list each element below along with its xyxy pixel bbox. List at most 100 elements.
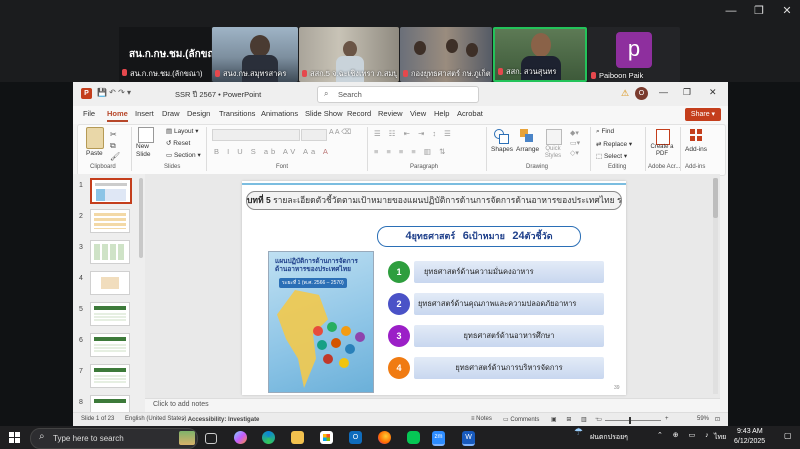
notes-pane[interactable]: Click to add notes (145, 398, 720, 413)
shapes-button[interactable]: Shapes (491, 146, 513, 153)
avatar[interactable]: O (635, 87, 648, 100)
layout-button[interactable]: ▤ Layout ▾ (166, 127, 199, 135)
thumbnail-scrollbar[interactable] (139, 178, 143, 258)
paste-button[interactable]: Paste (86, 150, 103, 157)
new-slide-icon[interactable] (138, 127, 154, 143)
tab-home[interactable]: Home (107, 109, 128, 122)
quick-access-icons[interactable]: 💾 ↶ ↷ ▾ (97, 88, 131, 97)
addins-button[interactable]: Add-ins (685, 146, 707, 153)
shape-fill-icons[interactable]: ◆▾ ▭▾ ◇▾ (570, 129, 580, 159)
notification-icon[interactable]: ▢ (784, 431, 792, 440)
clipboard-small-icons[interactable]: ✂ ⧉ 🖌 (110, 129, 120, 162)
copilot-icon[interactable] (234, 431, 247, 444)
accessibility-status[interactable]: ✓ Accessibility: Investigate (181, 416, 259, 423)
tab-help[interactable]: Help (434, 109, 449, 118)
slide[interactable]: บทที่ 5 รายละเอียดตัวชี้วัดตามเป้าหมายขอ… (242, 181, 626, 395)
weather-text[interactable]: ฝนตกปรอยๆ (590, 432, 628, 443)
tab-design[interactable]: Design (187, 109, 210, 118)
tab-view[interactable]: View (410, 109, 426, 118)
tab-file[interactable]: File (83, 109, 95, 118)
tab-transitions[interactable]: Transitions (219, 109, 255, 118)
store-icon[interactable] (320, 431, 333, 444)
font-format-icons[interactable]: B I U S ab AV Aa A (214, 147, 331, 156)
zoom-slider[interactable] (605, 417, 661, 424)
document-title: SSR ปี 2567 • PowerPoint (175, 90, 262, 99)
slide-thumbnail[interactable] (90, 364, 130, 388)
quick-styles-button[interactable]: Quick Styles (541, 146, 565, 160)
line-icon[interactable] (407, 431, 420, 444)
create-pdf-button[interactable]: Create a PDF (650, 144, 674, 158)
language-status[interactable]: English (United States) (125, 416, 186, 422)
tab-slide-show[interactable]: Slide Show (305, 109, 343, 118)
slide-thumbnail[interactable] (90, 333, 130, 357)
arrange-icon[interactable] (520, 129, 534, 143)
addins-icon[interactable] (690, 129, 702, 141)
zoom-out-icon[interactable]: − (595, 416, 599, 422)
close-icon[interactable]: ✕ (780, 6, 794, 17)
windows-start-icon[interactable] (9, 432, 20, 443)
tray-icons[interactable]: ⌃ ⊕ ▭ ♪ (657, 431, 713, 439)
pdf-icon[interactable] (656, 129, 670, 145)
participant-tile[interactable]: กองยุทธศาสตร์ กษ.ภูเก็ต (400, 27, 492, 82)
tab-insert[interactable]: Insert (135, 109, 154, 118)
search-box[interactable]: ⌕ Search (317, 86, 479, 103)
paragraph-align-icons[interactable]: ≡ ≡ ≡ ≡ ▥ ⇅ (374, 147, 448, 156)
section-button[interactable]: ▭ Section ▾ (166, 151, 201, 159)
task-view-icon[interactable] (205, 433, 217, 444)
zoom-app-icon[interactable]: zm (432, 431, 445, 446)
find-button[interactable]: ⌕ Find (596, 128, 614, 136)
active-speaker-tile[interactable]: สสก. สวนสุนทร (493, 27, 587, 82)
tab-acrobat[interactable]: Acrobat (457, 109, 483, 118)
select-button[interactable]: ⬚ Select ▾ (596, 152, 627, 160)
participant-tile[interactable]: p Paiboon Paik (588, 27, 680, 82)
tab-animations[interactable]: Animations (261, 109, 298, 118)
language-indicator[interactable]: ไทย (714, 432, 726, 443)
word-icon[interactable]: W (462, 431, 475, 446)
clock-date[interactable]: 6/12/2025 (734, 438, 765, 445)
edge-icon[interactable] (262, 431, 275, 444)
shapes-icon[interactable] (494, 129, 509, 144)
slide-thumbnail[interactable] (90, 178, 132, 204)
file-explorer-icon[interactable] (291, 431, 304, 444)
warning-icon[interactable]: ⚠ (621, 88, 629, 99)
slide-thumbnail[interactable] (90, 302, 130, 326)
participant-tile[interactable]: สนง.กษ.สมุทรสาคร (212, 27, 298, 82)
clock-time[interactable]: 9:43 AM (737, 428, 763, 435)
slide-thumbnail[interactable] (90, 271, 130, 295)
comments-button[interactable]: ▭ Comments (503, 416, 539, 423)
participant-tile[interactable]: สสก.5 จ.ฉะเชิงเทรา ภ.สมบูรณ์ (299, 27, 399, 82)
paste-icon[interactable] (86, 127, 104, 149)
zoom-level[interactable]: 59% (697, 416, 709, 422)
canvas-scrollbar[interactable] (713, 178, 718, 394)
fit-slide-icon[interactable]: ⊡ (715, 416, 720, 423)
share-button[interactable]: Share ▾ (685, 108, 721, 121)
zoom-in-icon[interactable]: + (665, 416, 669, 422)
tab-review[interactable]: Review (378, 109, 403, 118)
outlook-icon[interactable]: O (349, 431, 362, 444)
featured-tile[interactable]: สน.ก.กษ.ชม.(ลักขณ... สน.ก.กษ.ชม.(ลักขณา) (119, 27, 225, 82)
font-family-select[interactable] (212, 129, 300, 141)
new-slide-button[interactable]: New Slide (136, 143, 158, 159)
weather-icon[interactable]: ☂ (574, 427, 583, 438)
slide-thumbnail[interactable] (90, 209, 130, 233)
reset-button[interactable]: ↺ Reset (166, 139, 190, 147)
minimize-icon[interactable]: — (724, 6, 738, 17)
person-silhouette (250, 35, 270, 57)
slide-thumbnail[interactable] (90, 240, 130, 264)
quick-styles-icon[interactable] (546, 129, 562, 145)
firefox-icon[interactable] (378, 431, 391, 444)
restore-icon[interactable]: ❐ (683, 87, 691, 98)
taskbar-search[interactable]: ⌕ Type here to search (30, 428, 198, 449)
replace-button[interactable]: ⇄ Replace ▾ (596, 140, 632, 148)
tab-draw[interactable]: Draw (162, 109, 180, 118)
paragraph-list-icons[interactable]: ☰ ☷ ⇤ ⇥ ↕ ☰ (374, 129, 454, 138)
font-size-icons[interactable]: A A ⌫ (329, 128, 351, 136)
notes-button[interactable]: ≡ Notes (471, 416, 492, 422)
close-icon[interactable]: ✕ (709, 87, 717, 98)
tab-record[interactable]: Record (347, 109, 371, 118)
restore-icon[interactable]: ❐ (752, 6, 766, 17)
font-size-select[interactable] (301, 129, 327, 141)
minimize-icon[interactable]: — (659, 87, 668, 97)
arrange-button[interactable]: Arrange (516, 146, 539, 153)
slide-thumbnail[interactable] (90, 395, 130, 413)
